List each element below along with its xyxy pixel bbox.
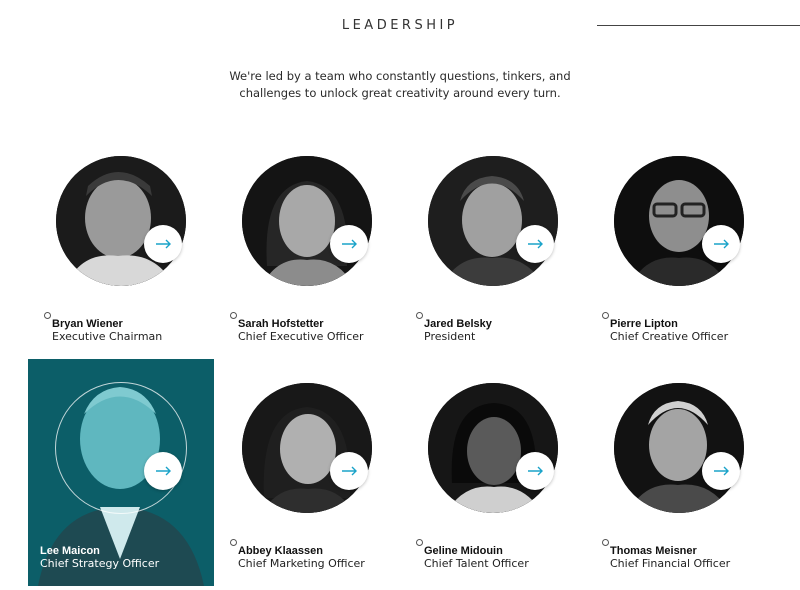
circle-bullet-icon: [416, 312, 423, 319]
arrow-right-icon: [528, 466, 543, 476]
view-profile-button[interactable]: [144, 452, 182, 490]
intro-text: We're led by a team who constantly quest…: [0, 68, 800, 102]
leader-name[interactable]: Abbey Klaassen: [238, 545, 365, 557]
view-profile-button[interactable]: [516, 452, 554, 490]
leader-role: Executive Chairman: [52, 330, 163, 343]
leader-name[interactable]: Pierre Lipton: [610, 318, 728, 330]
arrow-right-icon: [156, 466, 171, 476]
circle-bullet-icon: [602, 539, 609, 546]
leader-photo: [428, 156, 558, 286]
circle-bullet-icon: [44, 312, 51, 319]
view-profile-button[interactable]: [702, 225, 740, 263]
leader-name[interactable]: Lee Maicon: [40, 545, 159, 557]
leader-card-lee-maicon[interactable]: Lee Maicon Chief Strategy Officer: [28, 359, 214, 586]
leader-card-bryan-wiener[interactable]: Bryan Wiener Executive Chairman: [28, 132, 214, 359]
leader-name[interactable]: Sarah Hofstetter: [238, 318, 364, 330]
leader-role: Chief Strategy Officer: [40, 557, 160, 570]
view-profile-button[interactable]: [330, 225, 368, 263]
leader-name[interactable]: Thomas Meisner: [610, 545, 730, 557]
arrow-right-icon: [714, 466, 729, 476]
leader-photo: [242, 156, 372, 286]
leader-name[interactable]: Geline Midouin: [424, 545, 529, 557]
view-profile-button[interactable]: [144, 225, 182, 263]
arrow-right-icon: [528, 239, 543, 249]
circle-bullet-icon: [416, 539, 423, 546]
leader-role: Chief Financial Officer: [610, 557, 731, 570]
intro-line-2: challenges to unlock great creativity ar…: [239, 86, 561, 100]
circle-bullet-icon: [602, 312, 609, 319]
leader-role: Chief Talent Officer: [424, 557, 529, 570]
arrow-right-icon: [156, 239, 171, 249]
leader-info: Lee Maicon Chief Strategy Officer: [40, 545, 159, 570]
circle-bullet-icon: [230, 539, 237, 546]
intro-line-1: We're led by a team who constantly quest…: [229, 69, 571, 83]
leader-photo: [56, 156, 186, 286]
leader-info: Geline Midouin Chief Talent Officer: [416, 539, 529, 570]
leader-card-pierre-lipton[interactable]: Pierre Lipton Chief Creative Officer: [586, 132, 772, 359]
leader-photo: [614, 156, 744, 286]
leader-info: Thomas Meisner Chief Financial Officer: [602, 539, 731, 570]
leader-role: Chief Marketing Officer: [238, 557, 365, 570]
circle-bullet-icon: [230, 312, 237, 319]
arrow-right-icon: [342, 239, 357, 249]
leader-name[interactable]: Jared Belsky: [424, 318, 492, 330]
leader-role: Chief Executive Officer: [238, 330, 364, 343]
leader-info: Sarah Hofstetter Chief Executive Officer: [230, 312, 364, 343]
leader-card-thomas-meisner[interactable]: Thomas Meisner Chief Financial Officer: [586, 359, 772, 586]
photo-ring: [55, 382, 187, 514]
leader-photo: [242, 383, 372, 513]
leader-name[interactable]: Bryan Wiener: [52, 318, 162, 330]
view-profile-button[interactable]: [516, 225, 554, 263]
leader-info: Jared Belsky President: [416, 312, 492, 343]
arrow-right-icon: [342, 466, 357, 476]
leader-info: Bryan Wiener Executive Chairman: [44, 312, 163, 343]
arrow-right-icon: [714, 239, 729, 249]
leader-role: Chief Creative Officer: [610, 330, 729, 343]
view-profile-button[interactable]: [330, 452, 368, 490]
leader-photo: [428, 383, 558, 513]
leader-card-sarah-hofstetter[interactable]: Sarah Hofstetter Chief Executive Officer: [214, 132, 400, 359]
leader-role: President: [424, 330, 476, 343]
leader-info: Abbey Klaassen Chief Marketing Officer: [230, 539, 365, 570]
leader-card-jared-belsky[interactable]: Jared Belsky President: [400, 132, 586, 359]
view-profile-button[interactable]: [702, 452, 740, 490]
leader-card-abbey-klaassen[interactable]: Abbey Klaassen Chief Marketing Officer: [214, 359, 400, 586]
title-divider: [597, 25, 800, 26]
leader-photo: [614, 383, 744, 513]
leader-card-geline-midouin[interactable]: Geline Midouin Chief Talent Officer: [400, 359, 586, 586]
leader-info: Pierre Lipton Chief Creative Officer: [602, 312, 729, 343]
